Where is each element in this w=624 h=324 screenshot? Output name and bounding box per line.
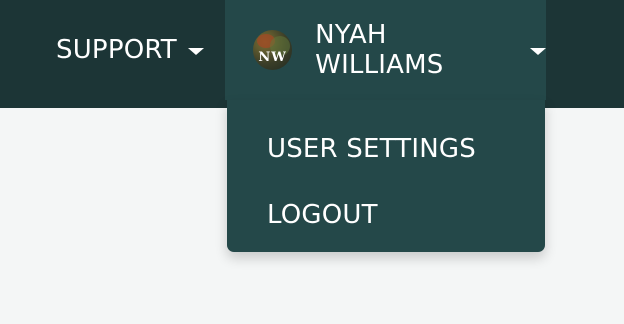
avatar-initials: NW <box>258 50 287 65</box>
user-settings-menu-item[interactable]: USER SETTINGS <box>267 134 476 164</box>
chevron-down-icon <box>530 47 546 55</box>
user-avatar: NW <box>253 30 293 70</box>
user-account-menu-button[interactable]: NW NYAH WILLIAMS <box>225 0 546 100</box>
chevron-down-icon <box>187 47 204 55</box>
support-menu-button[interactable]: SUPPORT <box>56 0 204 100</box>
top-navigation-bar: SUPPORT NW NYAH WILLIAMS <box>0 0 624 108</box>
support-menu-label: SUPPORT <box>56 35 177 65</box>
logout-menu-item[interactable]: LOGOUT <box>267 200 378 230</box>
user-account-dropdown: USER SETTINGS LOGOUT <box>227 100 545 252</box>
user-name-label: NYAH WILLIAMS <box>315 20 444 80</box>
